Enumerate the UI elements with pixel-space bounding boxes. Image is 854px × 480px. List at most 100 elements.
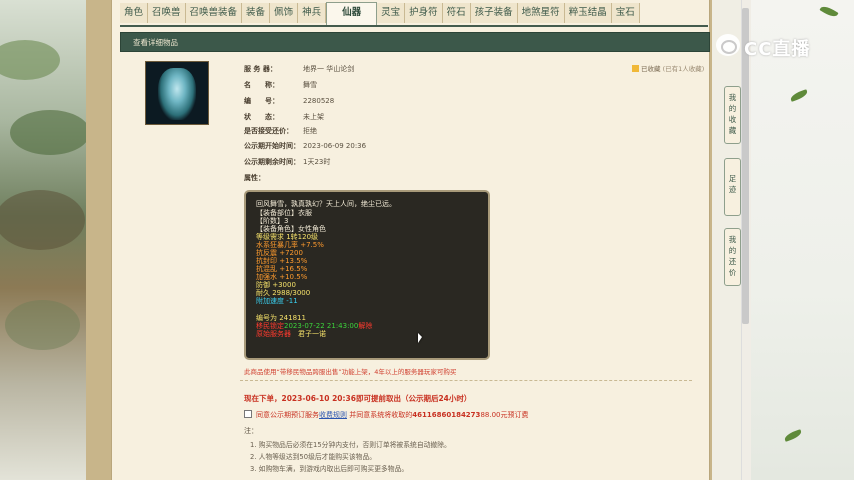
tree-decoration (10, 110, 90, 155)
favorite-icon (632, 65, 639, 72)
info-label: 编 号： (244, 97, 279, 105)
info-value: 舞雪 (303, 81, 317, 89)
info-value: 1天23时 (303, 158, 331, 166)
footprint-tab[interactable]: 足迹 (724, 158, 741, 216)
note-item: 1. 购买物品后必须在15分钟内支付，否则订单将被系统自动撤除。 (250, 441, 451, 449)
side-tab-char: 的 (728, 104, 737, 113)
my-favorites-tab[interactable]: 我的收藏 (724, 86, 741, 144)
transfer-time: 2023-07-22 21:43:00 (284, 322, 359, 330)
info-label: 公示期开始时间： (244, 142, 300, 150)
cc-logo-icon (716, 34, 740, 56)
side-tab-char: 藏 (728, 126, 737, 135)
tab-0[interactable]: 角色 (120, 3, 149, 23)
collect-count: (已有1人收藏) (662, 65, 705, 73)
cc-live-watermark: CC直播 (716, 32, 846, 60)
watermark-text: CC直播 (744, 39, 811, 60)
tab-7[interactable]: 灵宝 (377, 3, 406, 23)
tab-11[interactable]: 地煞星符 (517, 3, 565, 23)
tab-2[interactable]: 召唤兽装备 (185, 3, 243, 23)
origin-label: 原始服务器 (256, 330, 291, 338)
collect-label: 已收藏 (641, 65, 661, 73)
agree-row: 同意公示期预订服务收费规则 并同意系统将收取的4611686018427388.… (244, 410, 528, 420)
tab-10[interactable]: 孩子装备 (470, 3, 518, 23)
transfer-prefix: 移民锁定 (256, 322, 284, 330)
side-tab-char: 迹 (728, 185, 737, 194)
attr-serial: 编号为 241811 (256, 314, 306, 322)
tab-6[interactable]: 仙器 (326, 2, 378, 25)
leaf-decoration (783, 429, 803, 442)
item-figure-icon (158, 68, 196, 120)
origin-value: 君子一诺 (298, 330, 326, 338)
tab-13[interactable]: 宝石 (611, 3, 640, 23)
side-tab-char: 价 (728, 268, 737, 277)
attr-durability: 耐久 2988/3000 (256, 289, 311, 297)
rock-decoration (0, 190, 85, 250)
tab-12[interactable]: 粹玉结晶 (564, 3, 612, 23)
section-header: 查看详细物品 (120, 32, 710, 52)
side-tab-char: 我 (728, 93, 737, 102)
fee-rules-link[interactable]: 收费规则 (319, 411, 347, 419)
attr-desc: 回风舞雪，孰真孰幻？天上人间，绝尘已远。 (256, 200, 396, 208)
info-row-publish-remaining: 公示期剩余时间： 1天23时 (244, 157, 330, 167)
attr-part: 【装备部位】衣服 (256, 209, 312, 217)
tree-decoration (5, 300, 80, 350)
tab-9[interactable]: 符石 (442, 3, 471, 23)
collect-button[interactable]: 已收藏 (已有1人收藏) (632, 63, 704, 73)
agree-text: 同意公示期预订服务 (256, 411, 319, 419)
side-tab-char: 还 (728, 257, 737, 266)
tab-3[interactable]: 装备 (242, 3, 271, 23)
tab-1[interactable]: 召唤兽 (148, 3, 186, 23)
note-item: 3. 如购物车满，到游戏内取出后即可购买更多物品。 (250, 465, 409, 473)
side-tab-char: 的 (728, 246, 737, 255)
side-tab-char: 足 (728, 174, 737, 183)
transfer-suffix: 解除 (358, 322, 373, 330)
left-landscape-art (0, 0, 90, 480)
attr-transfer-lock: 移民锁定2023-07-22 21:43:00解除 (256, 322, 372, 330)
info-value: 未上架 (303, 113, 324, 121)
info-row-server: 服 务 器： 地界一 华山论剑 (244, 64, 354, 74)
tree-decoration (0, 40, 60, 80)
agree-checkbox[interactable] (244, 410, 252, 418)
attr-speed: 附加速度 -11 (256, 297, 298, 305)
attr-origin-server: 原始服务器 君子一诺 (256, 330, 326, 338)
item-image (145, 61, 209, 125)
attribute-box: 回风舞雪，孰真孰幻？天上人间，绝尘已远。 【装备部位】衣服 【阶数】3 【装备角… (244, 190, 490, 360)
leaf-decoration (819, 3, 839, 20)
tab-4[interactable]: 佩饰 (270, 3, 299, 23)
publish-notice: 现在下单，2023-06-10 20:36即可提前取出（公示期后24小时） (244, 394, 472, 403)
agree-text: 并同意系统将收取的 (349, 411, 413, 419)
info-label: 状 态： (244, 113, 279, 121)
cross-server-note: 此商品使用“带移民物品跨服出售”功能上架，4年以上的服务器玩家可购买 (244, 368, 457, 376)
attr-level-req: 等级需求 1转120级 (256, 233, 319, 241)
info-value: 拒绝 (303, 127, 317, 135)
info-value: 地界一 华山论剑 (303, 65, 355, 73)
info-label: 是否接受还价： (244, 127, 293, 135)
attr-stat: 抗反震 +7200 (256, 249, 303, 257)
info-row-status: 状 态： 未上架 (244, 112, 324, 122)
attr-defense: 防御 +3000 (256, 281, 296, 289)
attr-stat: 加强水 +10.5% (256, 273, 308, 281)
note-item: 2. 人物等级达到50级后才能购买该物品。 (250, 453, 377, 461)
tab-5[interactable]: 神兵 (298, 3, 327, 23)
info-row-name: 名 称： 舞雪 (244, 80, 317, 90)
mouse-cursor-icon (418, 333, 422, 343)
info-value: 2023-06-09 20:36 (303, 142, 367, 150)
notes-title: 注： (244, 427, 258, 435)
attr-role: 【装备角色】女性角色 (256, 225, 326, 233)
side-tab-char: 收 (728, 115, 737, 124)
leaf-decoration (789, 89, 809, 102)
fee-amount: 46116860184273 (412, 411, 481, 419)
attr-stat: 水系狂暴几率 +7.5% (256, 241, 324, 249)
info-value: 2280528 (303, 97, 335, 105)
section-title: 查看详细物品 (133, 38, 178, 47)
info-row-attributes: 属性： (244, 173, 303, 183)
tab-8[interactable]: 护身符 (405, 3, 443, 23)
info-row-publish-start: 公示期开始时间： 2023-06-09 20:36 (244, 141, 366, 151)
my-counteroffers-tab[interactable]: 我的还价 (724, 228, 741, 286)
info-row-id: 编 号： 2280528 (244, 96, 334, 106)
category-tabs: 角色 召唤兽 召唤兽装备 装备 佩饰 神兵 仙器 灵宝 护身符 符石 孩子装备 地煞星符 粹玉结晶 宝石 (120, 2, 708, 27)
info-label: 属性： (244, 174, 265, 182)
divider (240, 380, 692, 381)
info-label: 服 务 器： (244, 65, 277, 73)
agree-text: 88.00元预订费 (480, 411, 529, 419)
